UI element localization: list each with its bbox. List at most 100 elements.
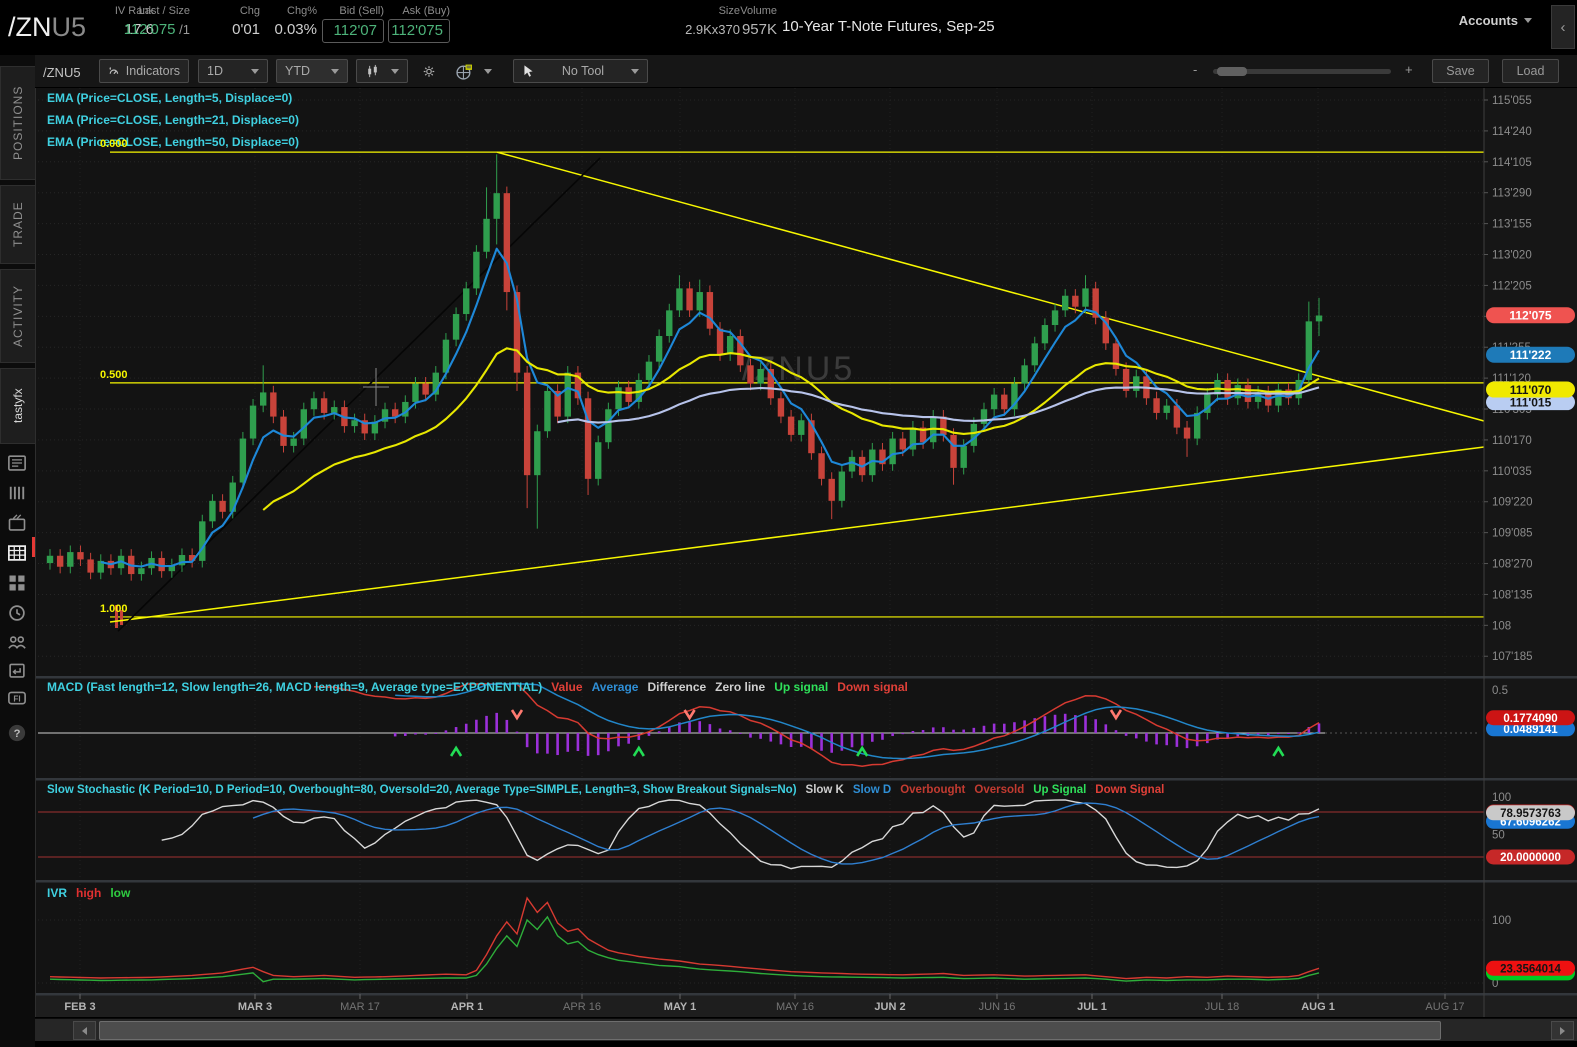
macd-diff-bar: [1063, 713, 1067, 733]
chevron-down-icon: [630, 68, 639, 74]
x-axis-label: AUG 1: [1301, 1001, 1335, 1013]
gear-icon: [423, 65, 435, 77]
price-axis-label: 114'105: [1492, 157, 1532, 169]
candle-body: [950, 434, 957, 468]
x-axis-label: FEB 3: [64, 1001, 95, 1013]
stoch-axis-label: 50: [1492, 830, 1505, 842]
ask-button[interactable]: 112'075: [388, 19, 450, 43]
bid-button[interactable]: 112'07: [322, 19, 384, 43]
chart-scrollbar[interactable]: [35, 1018, 1577, 1041]
candle-body: [259, 392, 267, 406]
rolls-icon[interactable]: [7, 660, 27, 680]
macd-diff-bar: [698, 721, 702, 733]
candle-body: [899, 438, 906, 450]
symbol-root: /ZN: [8, 12, 52, 42]
macd-diff-bar: [1287, 733, 1290, 734]
range-dropdown[interactable]: YTD: [276, 59, 348, 83]
candle-body: [310, 398, 318, 410]
quote-header: /ZNU5 IV Rank 17.6 Last / Size 112'075 /…: [0, 0, 1577, 55]
macd-diff-bar: [657, 731, 661, 733]
drawing-tool-dropdown[interactable]: No Tool: [513, 59, 648, 83]
chart-background: [35, 87, 1577, 994]
collapse-panel-button[interactable]: ‹: [1551, 5, 1575, 49]
candle-body: [676, 288, 683, 311]
fib-level-label[interactable]: 0.000: [100, 138, 128, 150]
sidebar-tab-trade[interactable]: TRADE: [0, 185, 35, 264]
candle-body: [1315, 315, 1323, 322]
fi-badge-icon[interactable]: FI: [7, 688, 27, 708]
fib-level-label[interactable]: 0.500: [100, 369, 128, 381]
macd-diff-bar: [515, 731, 519, 733]
candle-body: [1041, 325, 1049, 344]
sidebar-tab-activity[interactable]: ACTIVITY: [0, 269, 35, 363]
price-axis-label: 107'185: [1492, 651, 1533, 663]
followers-icon[interactable]: [7, 632, 27, 652]
macd-diff-bar: [799, 733, 803, 747]
dashboard-icon[interactable]: [7, 573, 27, 593]
symbol-title: /ZNU5: [8, 12, 86, 43]
field-chg: Chg 0'01: [232, 5, 260, 38]
price-axis-label: 109'085: [1492, 528, 1533, 540]
price-axis-label: 108'270: [1492, 559, 1533, 571]
macd-diff-bar: [556, 733, 559, 756]
price-axis-label: 110'035: [1492, 466, 1532, 478]
accounts-dropdown[interactable]: Accounts: [1459, 13, 1532, 28]
zoom-slider-thumb[interactable]: [1217, 67, 1247, 76]
load-button[interactable]: Load: [1502, 59, 1559, 83]
chart-canvas[interactable]: /ZNU5 FEB 3 MAR 3 MAR 17 APR 1 APR 16 MAY 1 MAY…: [0, 0, 1577, 1047]
macd-diff-bar: [434, 733, 438, 734]
timeframe-dropdown[interactable]: 1D: [198, 59, 268, 83]
queue-icon[interactable]: [7, 483, 27, 503]
chart-settings-button[interactable]: [415, 59, 443, 83]
history-icon[interactable]: [7, 603, 27, 623]
scrollbar-thumb[interactable]: [99, 1021, 1441, 1040]
zoom-in-label[interactable]: +: [1405, 62, 1413, 77]
journal-icon[interactable]: [7, 453, 27, 473]
help-icon[interactable]: ?: [7, 723, 27, 743]
chevron-down-icon: [391, 68, 399, 74]
candle-body: [990, 394, 998, 410]
candle-body: [1173, 405, 1181, 428]
candle-body: [138, 568, 145, 575]
macd-diff-bar: [972, 727, 976, 733]
candle-body: [696, 292, 703, 311]
candle-body: [1133, 376, 1140, 391]
candle-body: [534, 431, 541, 476]
candle-body: [828, 478, 835, 501]
arrow-left-icon: [82, 1026, 87, 1035]
scroll-right-button[interactable]: [1551, 1021, 1574, 1040]
chart-grid-icon-active[interactable]: [7, 543, 27, 563]
fib-level-label[interactable]: 1.000: [100, 603, 128, 615]
candle-body: [320, 398, 328, 413]
price-axis-label: 113'020: [1492, 250, 1532, 262]
macd-diff-bar: [393, 733, 397, 737]
indicators-button[interactable]: Indicators: [99, 59, 189, 83]
price-axis-label: 113'155: [1492, 219, 1532, 231]
left-sidebar: POSITIONS TRADE ACTIVITY tastyfx FI ?: [0, 55, 35, 1047]
candle-body: [584, 398, 592, 479]
macd-diff-bar: [1297, 732, 1300, 734]
candle-body: [280, 416, 287, 446]
panel-divider: [35, 676, 1577, 679]
candle-body: [564, 372, 571, 417]
macd-diff-bar: [535, 733, 539, 754]
zoom-out-label[interactable]: -: [1193, 62, 1197, 77]
contract-title: 10-Year T-Note Futures, Sep-25: [782, 18, 995, 35]
sidebar-tab-positions[interactable]: POSITIONS: [0, 66, 35, 180]
layout-compare-dropdown[interactable]: [448, 59, 500, 83]
chevron-down-icon: [331, 68, 339, 74]
toolbar-symbol: /ZNU5: [43, 65, 81, 80]
candle-body: [960, 445, 967, 468]
chart-type-dropdown[interactable]: [356, 59, 408, 83]
macd-diff-bar: [586, 733, 590, 756]
svg-text:FI: FI: [13, 694, 20, 703]
macd-diff-bar: [1104, 724, 1108, 733]
tv-icon[interactable]: [7, 513, 27, 533]
scroll-left-button[interactable]: [73, 1021, 96, 1040]
sidebar-tab-tastyfx[interactable]: tastyfx: [0, 368, 35, 444]
candle-body: [1163, 405, 1170, 413]
macd-diff-bar: [647, 733, 651, 736]
save-button[interactable]: Save: [1432, 59, 1489, 83]
candle-body: [473, 251, 480, 289]
macd-diff-bar: [820, 733, 823, 751]
